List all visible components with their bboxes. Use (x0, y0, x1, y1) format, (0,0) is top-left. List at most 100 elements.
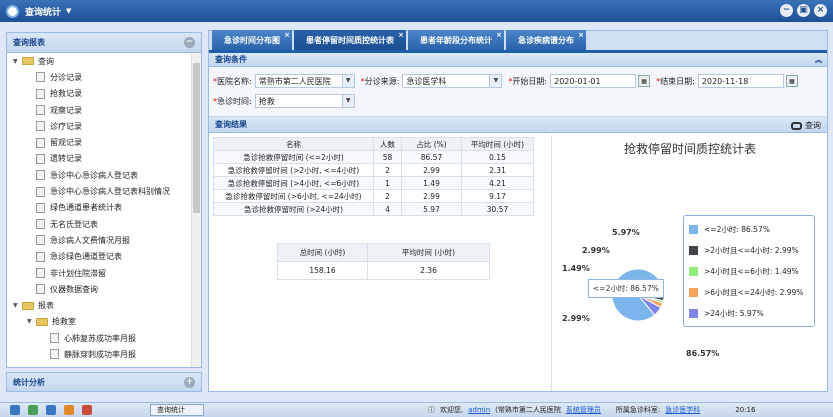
table-row[interactable]: 急诊抢救停留时间 (>6小时, <=24小时) 2 2.99 9.17 (213, 189, 534, 203)
tab-3[interactable]: 急诊疾病谱分布 × (506, 30, 586, 50)
close-button[interactable]: × (814, 4, 827, 17)
chevron-down-icon[interactable]: ▼ (66, 7, 71, 15)
legend-label: >4小时且<=6小时: 1.49% (704, 267, 799, 276)
analysis-panel-header[interactable]: 统计分析 + (6, 372, 202, 392)
tree-item[interactable]: 分诊记录 (7, 69, 191, 85)
end-date-field[interactable]: 2020-11-18 (697, 74, 784, 88)
tree-item[interactable]: 遗转记录 (7, 151, 191, 167)
task-button[interactable]: 查询统计 (150, 404, 204, 416)
tree-item[interactable]: 心肺复苏成功率月报 (7, 330, 191, 346)
tree-item[interactable]: 抢救记录 (7, 86, 191, 102)
scrollbar-thumb[interactable] (193, 63, 200, 213)
close-tab-icon[interactable]: × (398, 31, 404, 39)
source-select[interactable]: 急诊医学科 ▼ (402, 74, 503, 88)
tab-2[interactable]: 患者年龄段分布统计 × (408, 30, 504, 50)
folder-icon[interactable] (64, 405, 74, 415)
table-cell: 4 (373, 202, 402, 216)
table-cell: 急诊抢救停留时间 (>4小时, <=6小时) (213, 176, 374, 190)
summary-cell: 2.36 (367, 261, 490, 280)
column-header[interactable]: 占比 (%) (401, 137, 462, 151)
tree-item[interactable]: 急诊中心急诊病人登记表 (7, 167, 191, 183)
tree-item[interactable]: 急诊绿色通道登记表 (7, 249, 191, 265)
legend-swatch (689, 288, 698, 297)
tab-label: 患者年龄段分布统计 (420, 35, 492, 45)
table-row[interactable]: 急诊抢救停留时间 (>4小时, <=6小时) 1 1.49 4.21 (213, 176, 534, 190)
document-icon (36, 72, 45, 83)
tab-label: 急诊时间分布图 (224, 35, 280, 45)
help-icon[interactable] (82, 405, 92, 415)
home-icon[interactable] (10, 405, 20, 415)
tree-item-label: 急诊中心急诊病人登记表科别情况 (50, 187, 170, 197)
start-date-label: *开始日期: (508, 76, 548, 86)
table-cell: 急诊抢救停留时间 (<=2小时) (213, 150, 374, 164)
legend-item[interactable]: >2小时且<=4小时: 2.99% (689, 245, 799, 256)
start-date-field[interactable]: 2020-01-01 (550, 74, 637, 88)
column-header[interactable]: 人数 (373, 137, 402, 151)
dept-link[interactable]: 急诊医学科 (665, 405, 700, 415)
collapse-up-icon[interactable]: ︽ (815, 55, 822, 65)
legend-item[interactable]: >4小时且<=6小时: 1.49% (689, 266, 799, 277)
close-tab-icon[interactable]: × (578, 31, 584, 39)
table-cell: 2 (373, 189, 402, 203)
user-icon[interactable] (28, 405, 38, 415)
expand-arrow-icon[interactable]: ▼ (13, 302, 22, 309)
tree-item[interactable]: 仪器数据查询 (7, 281, 191, 297)
tab-bar: 急诊时间分布图 × 患者停留时间质控统计表 × 患者年龄段分布统计 × 急诊疾病谱分布 × (209, 30, 827, 53)
tree-item[interactable]: 无名氏登记表 (7, 216, 191, 232)
results-section-title: 查询结果 (215, 120, 247, 129)
tree-item-label: 抢救室 (52, 317, 76, 327)
table-row[interactable]: 急诊抢救停留时间 (>2小时, <=4小时) 2 2.99 2.31 (213, 163, 534, 177)
calendar-icon[interactable]: ▦ (638, 75, 651, 87)
tree-item[interactable]: ▼ 查询 (7, 53, 191, 69)
close-tab-icon[interactable]: × (284, 31, 290, 39)
data-label: 5.97% (612, 228, 640, 237)
expand-button[interactable]: + (184, 377, 195, 388)
table-cell: 86.57 (401, 150, 462, 164)
table-cell: 2.99 (401, 189, 462, 203)
legend-item[interactable]: >24小时: 5.97% (689, 308, 764, 319)
folder-icon (36, 317, 48, 326)
legend-item[interactable]: >6小时且<=24小时: 2.99% (689, 287, 803, 298)
hospital-select[interactable]: 常熟市第二人民医院 ▼ (254, 74, 355, 88)
folder-icon (22, 57, 34, 66)
table-row[interactable]: 急诊抢救停留时间 (>24小时) 4 5.97 30.57 (213, 202, 534, 216)
column-header[interactable]: 名称 (213, 137, 374, 151)
document-icon (36, 170, 45, 181)
legend-item[interactable]: <=2小时: 86.57% (689, 224, 770, 235)
tree-item[interactable]: 急诊病人文费情况月报 (7, 232, 191, 248)
tree-item[interactable]: ▼ 报表 (7, 297, 191, 313)
collapse-button[interactable]: − (184, 37, 195, 48)
tree-item[interactable]: 观察记录 (7, 102, 191, 118)
table-cell: 2.99 (401, 163, 462, 177)
tab-1[interactable]: 患者停留时间质控统计表 × (294, 30, 406, 50)
user-link[interactable]: admin (468, 406, 490, 414)
tree-item[interactable]: 留观记录 (7, 134, 191, 150)
hospital-label: *医院名称: (213, 76, 252, 86)
tree-item[interactable]: 静脉穿刺成功率月报 (7, 346, 191, 362)
emergency-time-select[interactable]: 抢救 ▼ (254, 94, 355, 108)
close-tab-icon[interactable]: × (496, 31, 502, 39)
app-title[interactable]: 查询统计 (25, 5, 61, 18)
column-header[interactable]: 平均时间 (小时) (461, 137, 534, 151)
settings-icon[interactable] (46, 405, 56, 415)
tree-item-label: 静脉穿刺成功率月报 (64, 349, 136, 359)
role-link[interactable]: 系统管理员 (566, 405, 601, 415)
expand-arrow-icon[interactable]: ▼ (27, 318, 36, 325)
tree-item[interactable]: 急诊中心急诊病人登记表科别情况 (7, 183, 191, 199)
tree-scrollbar[interactable] (191, 53, 201, 367)
restore-button[interactable]: ▣ (797, 4, 810, 17)
org-text: (常熟市第二人民医院 (495, 406, 561, 414)
tab-0[interactable]: 急诊时间分布图 × (212, 30, 292, 50)
tree-item[interactable]: 绿色通道患者统计表 (7, 200, 191, 216)
table-row[interactable]: 急诊抢救停留时间 (<=2小时) 58 86.57 0.15 (213, 150, 534, 164)
minimize-button[interactable]: − (780, 4, 793, 17)
tree-item[interactable]: 非计划住院滞留 (7, 265, 191, 281)
tree-item-label: 无名氏登记表 (50, 219, 98, 229)
tree-item[interactable]: 诊疗记录 (7, 118, 191, 134)
chart-legend: <=2小时: 86.57% >2小时且<=4小时: 2.99% >4小时且<=6小时… (683, 215, 815, 327)
tree-item[interactable]: ▼ 抢救室 (7, 314, 191, 330)
calendar-icon[interactable]: ▦ (785, 75, 798, 87)
query-button[interactable]: 查询 (791, 120, 821, 131)
expand-arrow-icon[interactable]: ▼ (13, 58, 22, 65)
tree-item-label: 仪器数据查询 (50, 284, 98, 294)
